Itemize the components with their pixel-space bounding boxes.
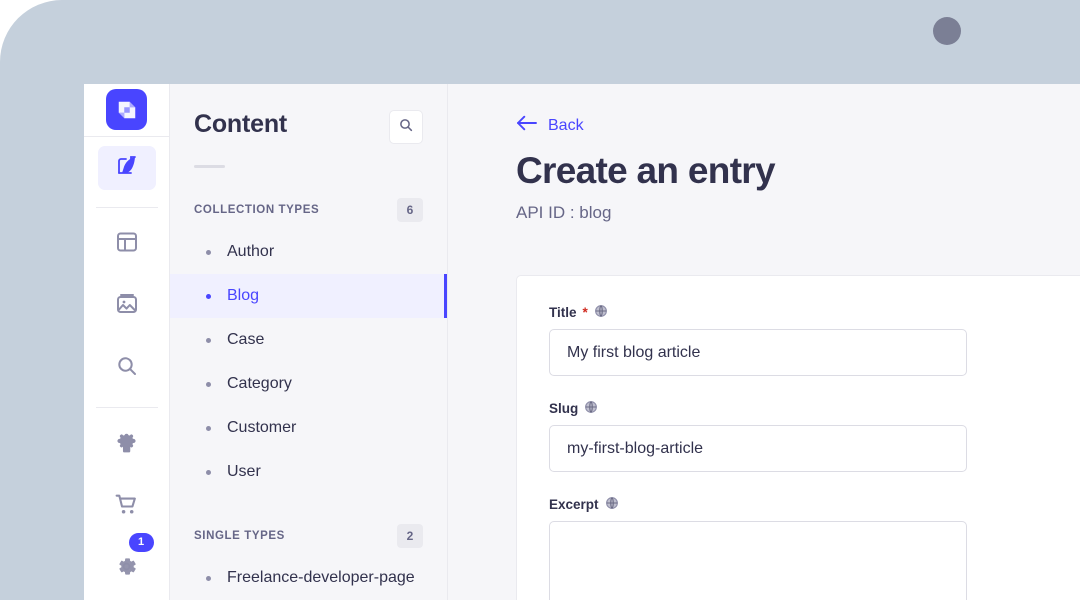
bullet-icon — [206, 337, 211, 343]
field-label-text: Slug — [549, 400, 579, 416]
app-logo[interactable] — [84, 84, 169, 137]
slug-input[interactable] — [549, 425, 967, 472]
required-indicator: * — [582, 304, 588, 320]
sidebar-item-label: Case — [227, 331, 265, 348]
globe-icon — [605, 496, 619, 513]
rail-item-search[interactable] — [98, 346, 156, 390]
sidebar-item-freelance-developer-page[interactable]: Freelance-developer-page — [170, 556, 447, 600]
sidebar-item-author[interactable]: Author — [170, 230, 447, 274]
rail-primary-section — [84, 137, 169, 199]
content-list-panel: Content COLLECTION TYPES 6 Author Blog C… — [170, 84, 448, 600]
globe-icon — [594, 304, 608, 321]
title-input[interactable] — [549, 329, 967, 376]
bullet-icon — [206, 469, 211, 475]
group-header-collection-types: COLLECTION TYPES 6 — [170, 198, 447, 222]
sidebar-item-label: Blog — [227, 287, 260, 304]
field-label-excerpt: Excerpt — [549, 496, 967, 512]
sidebar-item-label: Author — [227, 243, 275, 260]
shopping-cart-icon — [114, 492, 139, 522]
globe-icon — [584, 400, 598, 417]
app-window: 1 Content COLLECTION TYPES 6 Author Blog… — [84, 84, 1080, 600]
icon-rail: 1 — [84, 84, 170, 600]
sidebar-item-label: User — [227, 463, 261, 480]
sidebar-item-label: Freelance-developer-page — [227, 569, 415, 586]
group-header-single-types: SINGLE TYPES 2 — [170, 524, 447, 548]
layout-grid-icon — [115, 230, 139, 259]
field-title: Title * — [549, 304, 967, 376]
arrow-left-icon — [516, 114, 538, 137]
back-link[interactable]: Back — [516, 114, 584, 137]
group-count-badge: 6 — [397, 198, 423, 222]
entry-form-card: Title * Slug — [516, 275, 1080, 600]
sidebar-item-category[interactable]: Category — [170, 362, 447, 406]
collection-types-list: Author Blog Case Category Customer User — [170, 230, 447, 494]
field-label-text: Excerpt — [549, 496, 599, 512]
group-count-badge: 2 — [397, 524, 423, 548]
rail-item-plugins[interactable] — [98, 423, 156, 467]
sidebar-item-blog[interactable]: Blog — [170, 274, 447, 318]
content-panel-header: Content — [170, 84, 447, 144]
excerpt-textarea[interactable] — [549, 521, 967, 600]
puzzle-piece-icon — [114, 430, 139, 460]
field-label-title: Title * — [549, 304, 967, 320]
gear-icon — [114, 554, 139, 584]
entry-page-title: Create an entry — [516, 150, 776, 191]
sidebar-item-label: Category — [227, 375, 292, 392]
bullet-icon — [206, 425, 211, 431]
rail-item-content-type-builder[interactable] — [98, 222, 156, 266]
page-title: Content — [194, 110, 288, 138]
sidebar-item-customer[interactable]: Customer — [170, 406, 447, 450]
field-label-slug: Slug — [549, 400, 967, 416]
search-icon — [398, 117, 414, 138]
back-link-label: Back — [548, 116, 584, 134]
rail-divider-2 — [95, 407, 158, 408]
field-excerpt: Excerpt — [549, 496, 967, 600]
field-label-text: Title — [549, 304, 577, 320]
group-label: COLLECTION TYPES — [194, 204, 320, 216]
device-frame: 1 Content COLLECTION TYPES 6 Author Blog… — [0, 0, 1080, 600]
rail-item-media-library[interactable] — [98, 284, 156, 328]
bullet-icon — [206, 575, 211, 581]
rail-tertiary-section: 1 — [84, 414, 169, 600]
main-content-area: Back Create an entry API ID : blog Title… — [448, 84, 1080, 600]
bullet-icon — [206, 249, 211, 255]
rail-item-marketplace[interactable] — [98, 485, 156, 529]
rail-divider-1 — [95, 206, 158, 208]
field-slug: Slug — [549, 400, 967, 472]
group-label: SINGLE TYPES — [194, 530, 285, 542]
search-icon — [115, 354, 139, 383]
strapi-logo — [106, 89, 147, 131]
sidebar-item-user[interactable]: User — [170, 450, 447, 494]
entry-api-id: API ID : blog — [516, 202, 612, 222]
single-types-list: Freelance-developer-page — [170, 556, 447, 600]
sidebar-item-label: Customer — [227, 419, 297, 436]
settings-badge: 1 — [128, 532, 154, 552]
rail-secondary-section — [84, 213, 169, 399]
panel-divider — [194, 165, 225, 168]
device-camera-dot — [933, 17, 961, 45]
content-search-button[interactable] — [389, 110, 423, 144]
bullet-icon — [206, 293, 211, 299]
rail-item-content-manager[interactable] — [97, 145, 156, 190]
image-library-icon — [115, 292, 139, 321]
rail-item-settings[interactable]: 1 — [98, 532, 156, 591]
sidebar-item-case[interactable]: Case — [170, 318, 447, 362]
feather-pen-icon — [115, 153, 139, 182]
bullet-icon — [206, 381, 211, 387]
